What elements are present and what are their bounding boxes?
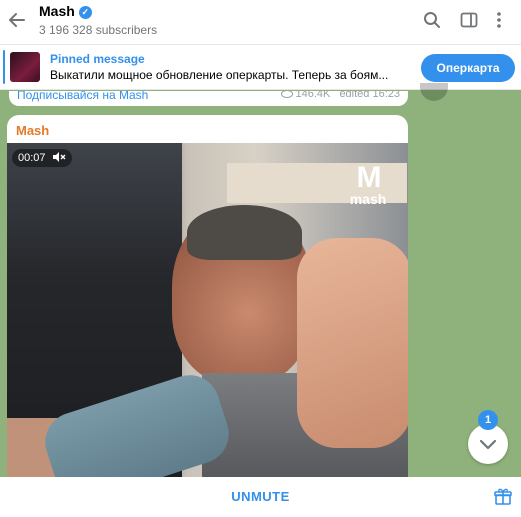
video-timer: 00:07: [12, 149, 72, 167]
pinned-thumbnail: [10, 52, 40, 82]
chat-header: Mash ✓ 3 196 328 subscribers: [0, 0, 521, 45]
previous-post-footer: Подписывайся на Mash 146.4K edited 16:23: [9, 91, 408, 106]
subscribe-link-text: Подписывайся на Mash: [17, 91, 149, 102]
views-count: 146.4K: [295, 91, 331, 100]
video-hand: [297, 238, 408, 448]
post-meta: 146.4K edited 16:23: [280, 91, 400, 100]
scroll-down-button[interactable]: [468, 424, 508, 464]
video-hair: [187, 205, 302, 260]
forward-button[interactable]: [420, 83, 448, 101]
more-vertical-icon[interactable]: [489, 10, 509, 30]
unmute-button[interactable]: UNMUTE: [0, 477, 521, 517]
pinned-indicator: [3, 50, 5, 84]
channel-title[interactable]: Mash ✓: [39, 3, 92, 19]
watermark-text: mash: [349, 191, 387, 207]
chevron-down-icon: [479, 439, 497, 450]
muted-speaker-icon[interactable]: [52, 151, 66, 163]
views-icon: [280, 91, 293, 98]
video-time: 00:07: [18, 152, 46, 164]
mash-watermark: M mash: [344, 161, 392, 208]
gift-icon[interactable]: [493, 487, 513, 507]
message-author[interactable]: Mash: [16, 123, 49, 138]
verified-icon: ✓: [78, 6, 92, 19]
back-arrow-icon[interactable]: [6, 9, 28, 31]
video-player[interactable]: M mash 00:07: [7, 143, 408, 477]
watermark-letter: M: [356, 161, 382, 194]
unread-badge: 1: [478, 410, 498, 430]
channel-name: Mash: [39, 3, 75, 19]
opermap-button[interactable]: Оперкарта: [421, 54, 515, 82]
message-bubble: Mash M mash 00:07: [7, 115, 408, 477]
subscribe-link[interactable]: Подписывайся на Mash: [17, 91, 148, 102]
edited-time: edited 16:23: [339, 91, 400, 100]
bottom-bar: UNMUTE: [0, 477, 521, 517]
search-icon[interactable]: [422, 10, 442, 30]
sidebar-toggle-icon[interactable]: [459, 10, 479, 30]
pinned-title: Pinned message: [50, 52, 145, 66]
subscriber-count: 3 196 328 subscribers: [39, 23, 158, 37]
pinned-text: Выкатили мощное обновление оперкарты. Те…: [50, 68, 389, 82]
